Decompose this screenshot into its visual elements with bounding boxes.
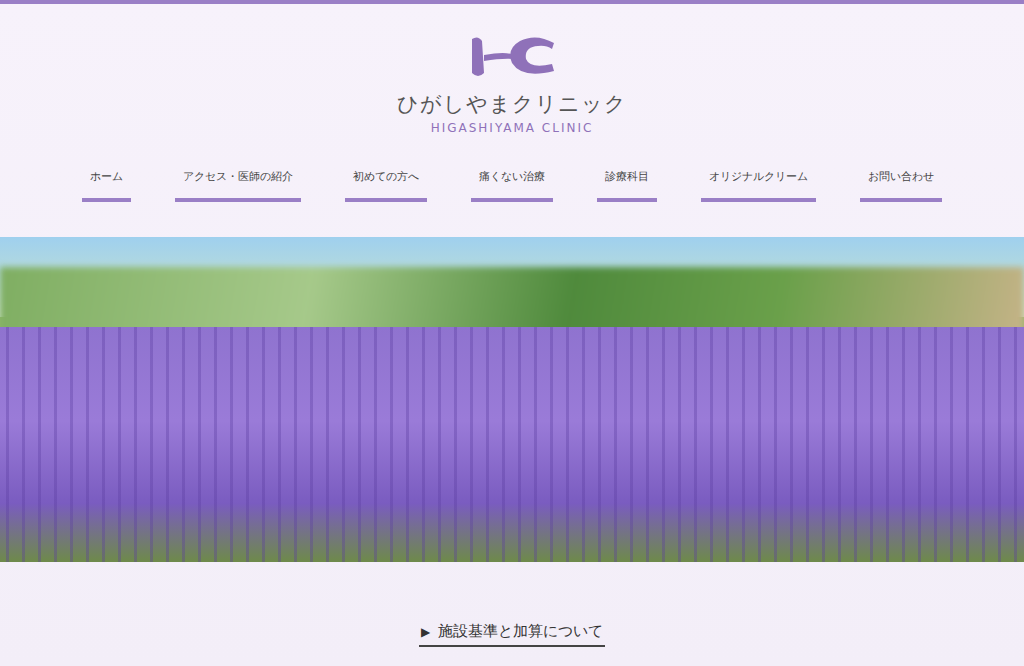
clinic-logo-icon	[466, 33, 558, 79]
nav-item[interactable]: 痛くない治療	[471, 169, 553, 202]
triangle-icon: ▶	[421, 625, 430, 639]
nav-item[interactable]: オリジナルクリーム	[701, 169, 816, 202]
nav-item[interactable]: ホーム	[82, 169, 131, 202]
page: ひがしやまクリニック HIGASHIYAMA CLINIC ホーム アクセス・医師の紹…	[0, 0, 1024, 666]
nav-item[interactable]: アクセス・医師の紹介	[175, 169, 301, 202]
nav-item[interactable]: 初めての方へ	[345, 169, 427, 202]
hero-photo	[0, 237, 1024, 562]
logo-link[interactable]	[466, 33, 558, 79]
top-border	[0, 0, 1024, 4]
nav-item[interactable]: お問い合わせ	[860, 169, 942, 202]
notice-section: ▶施設基準と加算について	[0, 562, 1024, 663]
nav-item[interactable]: 診療科目	[597, 169, 657, 202]
site-header: ひがしやまクリニック HIGASHIYAMA CLINIC ホーム アクセス・医師の紹…	[0, 4, 1024, 237]
clinic-name-en: HIGASHIYAMA CLINIC	[431, 120, 594, 136]
main-nav: ホーム アクセス・医師の紹介 初めての方へ 痛くない治療 診療科目 オリジナルクリーム お問…	[82, 169, 942, 202]
notice-link[interactable]: ▶施設基準と加算について	[419, 622, 605, 647]
clinic-name: ひがしやまクリニック	[397, 91, 627, 117]
